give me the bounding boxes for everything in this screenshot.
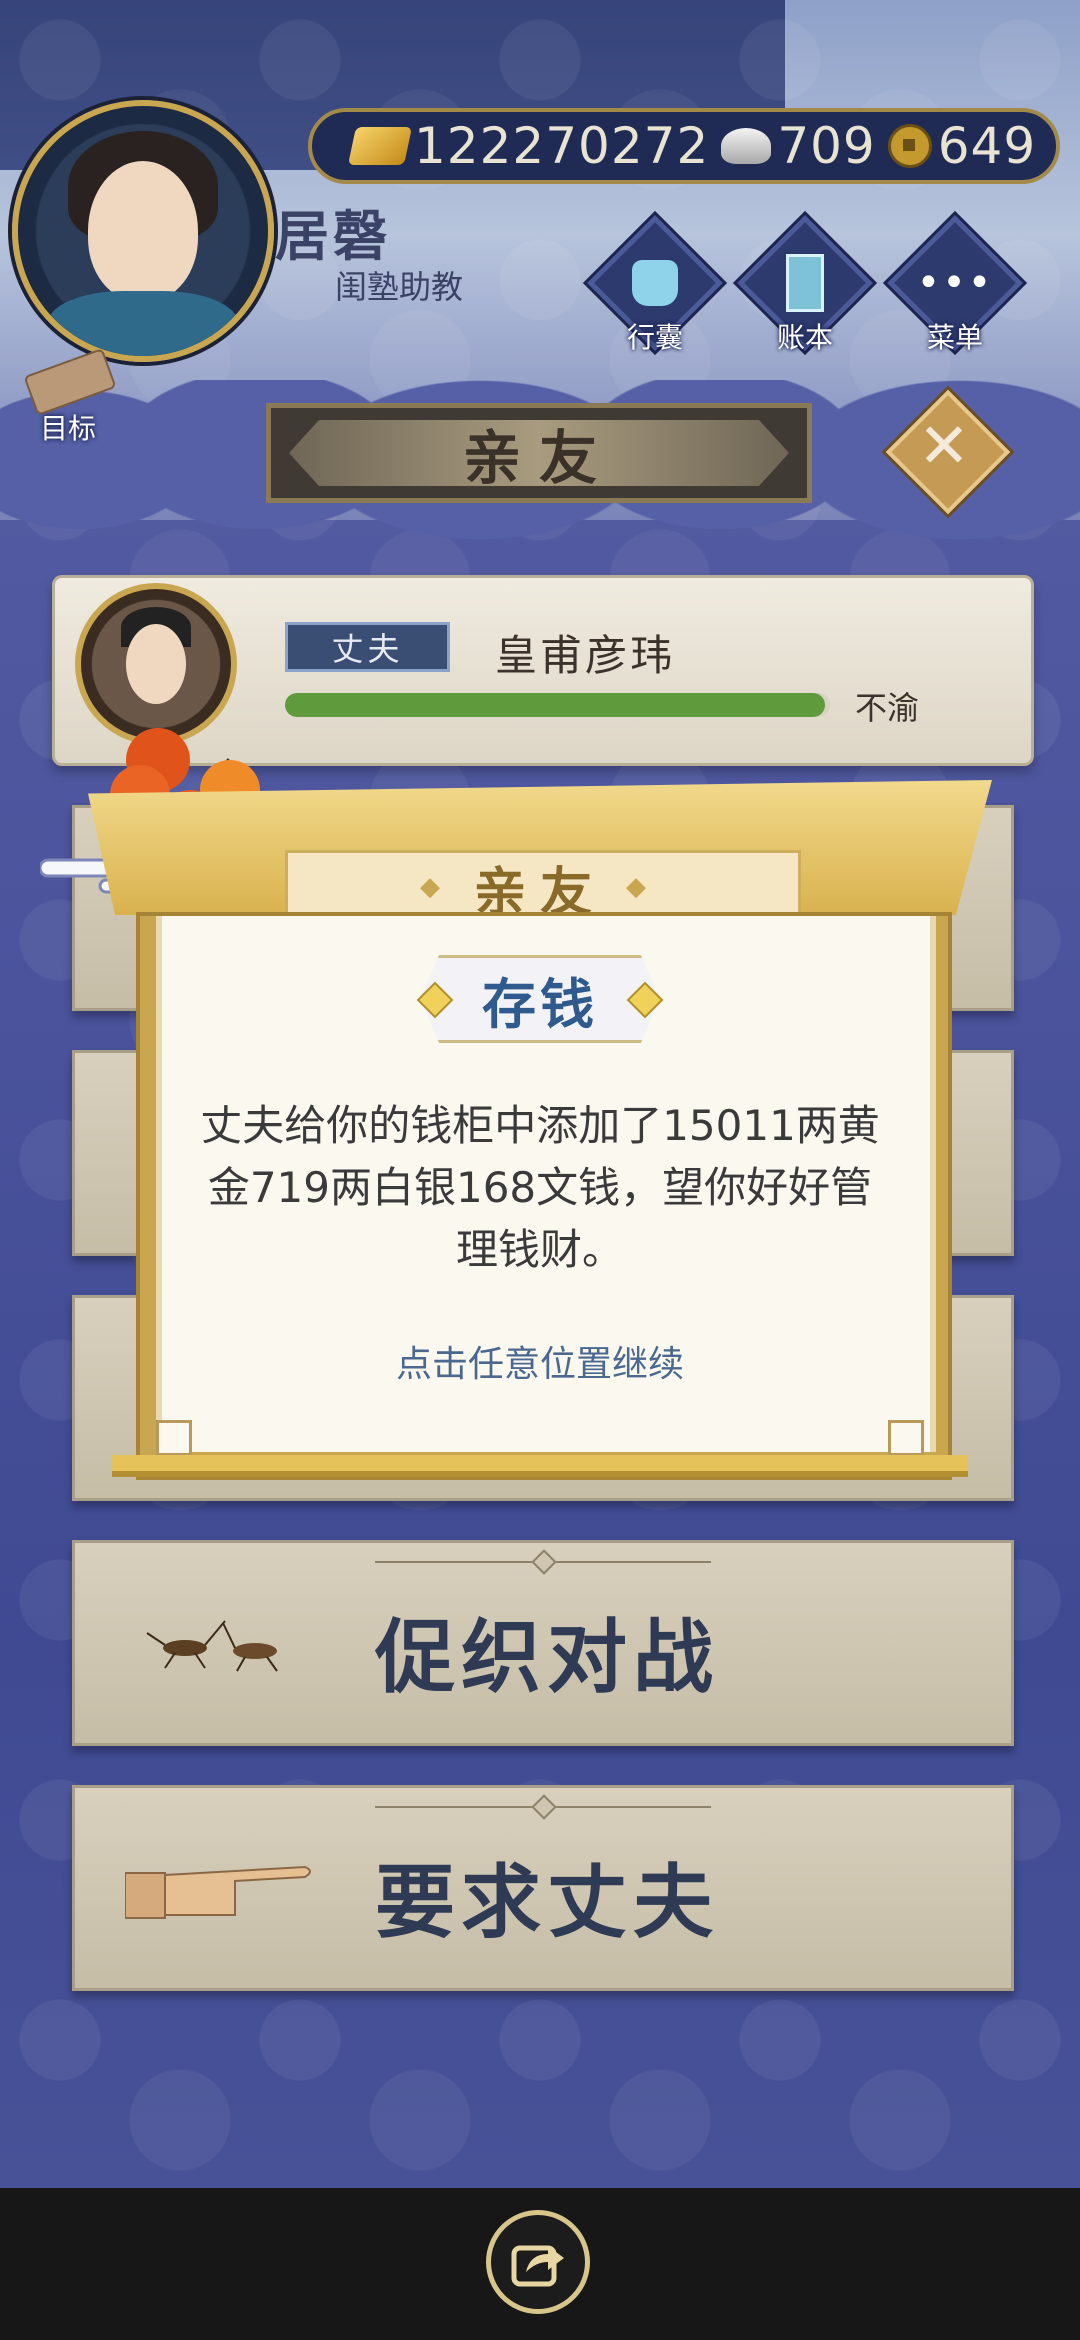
share-button[interactable] xyxy=(486,2210,590,2314)
player-title: 闺塾助教 xyxy=(335,268,464,306)
avatar-robe xyxy=(48,291,238,356)
close-icon[interactable]: ✕ xyxy=(904,400,984,490)
cricket-icon xyxy=(146,1620,278,1672)
menu-label: 菜单 xyxy=(926,321,983,354)
page-title: 亲友 xyxy=(462,424,615,492)
copper-amount: 649 xyxy=(937,117,1037,175)
relative-status: 不渝 xyxy=(855,689,920,727)
page-title-plaque: 亲友 xyxy=(266,403,812,503)
more-icon: ••• xyxy=(916,260,994,306)
player-name: 居磬 xyxy=(275,205,391,268)
relative-role-tag: 丈夫 xyxy=(285,622,450,672)
deposit-badge-text: 存钱 xyxy=(482,972,598,1036)
bag-button[interactable]: 行囊 xyxy=(587,215,723,354)
pointing-hand-icon xyxy=(125,1865,311,1919)
bag-icon xyxy=(632,260,678,306)
gold-amount: 122270272 xyxy=(414,117,710,175)
silver-amount: 709 xyxy=(777,117,876,175)
continue-hint[interactable]: 点击任意位置继续 xyxy=(190,1335,890,1387)
bag-label: 行囊 xyxy=(626,321,683,354)
share-icon xyxy=(511,2245,564,2287)
currency-bar: 122270272 709 649 xyxy=(308,108,1060,184)
gold-ingot-icon xyxy=(347,127,413,165)
affection-bar-fill xyxy=(285,693,825,717)
dialog-message: 丈夫给你的钱柜中添加了15011两黄金719两白银168文钱，望你好好管理钱财。 xyxy=(200,1101,880,1274)
request-husband-card[interactable]: 要求丈夫 xyxy=(72,1785,1014,1991)
cricket-battle-label: 促织对战 xyxy=(375,1611,719,1704)
ledger-button[interactable]: 账本 xyxy=(737,215,873,354)
dialog-bottom-bar xyxy=(112,1455,968,1477)
silver-ingot-icon xyxy=(721,128,772,164)
target-label: 目标 xyxy=(39,412,96,445)
request-husband-label: 要求丈夫 xyxy=(375,1856,719,1949)
ledger-label: 账本 xyxy=(776,321,833,354)
menu-button[interactable]: ••• 菜单 xyxy=(887,215,1023,354)
copper-coin-icon xyxy=(887,124,932,168)
relative-name: 皇甫彦玮 xyxy=(495,631,676,680)
avatar-face xyxy=(88,161,198,301)
cricket-battle-card[interactable]: 促织对战 xyxy=(72,1540,1014,1746)
scroll-icon xyxy=(23,347,117,417)
player-avatar[interactable] xyxy=(12,100,274,362)
affection-bar xyxy=(285,693,830,717)
target-button[interactable]: 目标 xyxy=(18,347,118,445)
deposit-badge: 存钱 xyxy=(416,955,664,1043)
ledger-icon xyxy=(786,254,824,312)
